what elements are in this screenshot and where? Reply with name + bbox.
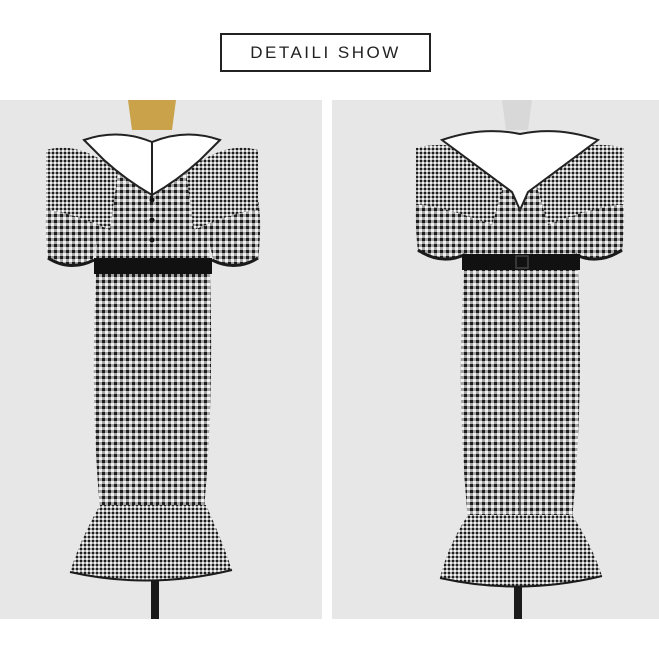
dress-back-photo — [332, 100, 659, 619]
dress-front-photo — [0, 100, 322, 619]
section-title: DETAILI SHOW — [250, 42, 401, 62]
section-title-box: DETAILI SHOW — [220, 33, 431, 72]
